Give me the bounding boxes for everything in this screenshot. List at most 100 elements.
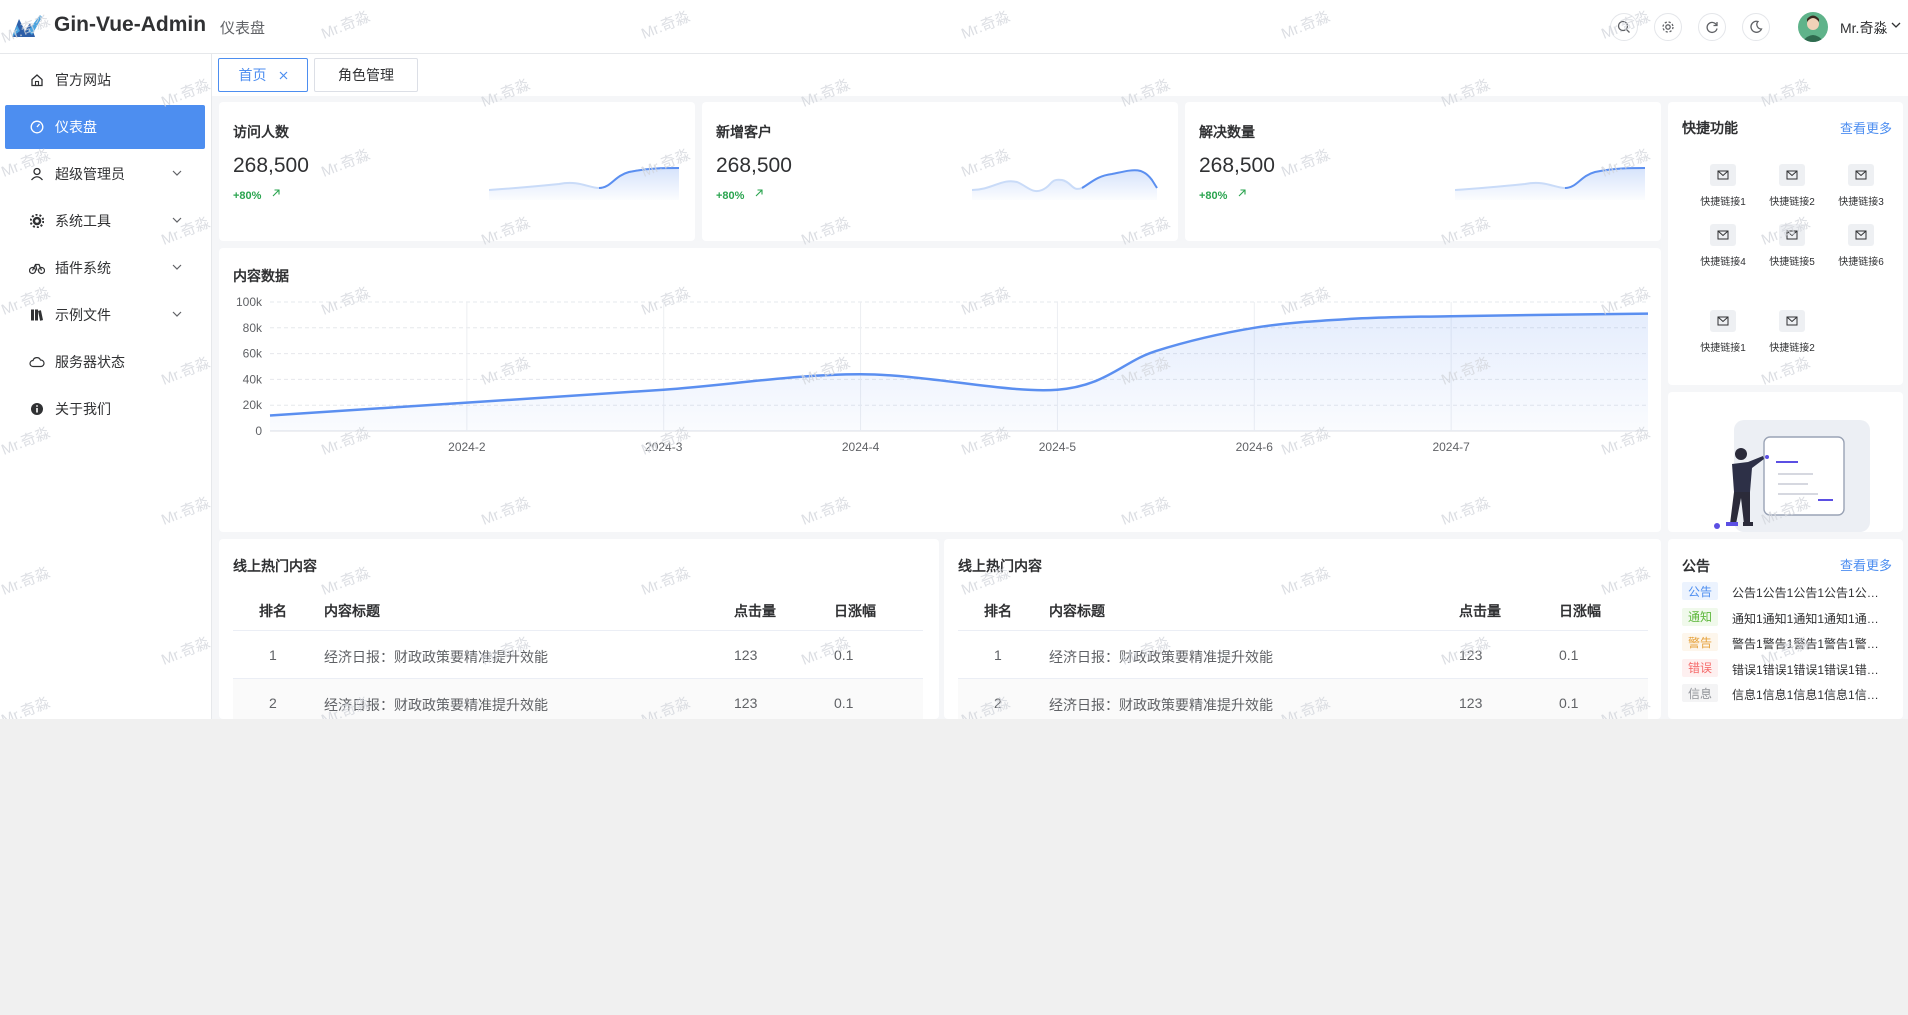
x-tick-label: 2024-5 <box>1039 440 1077 454</box>
cell-growth: 0.1 <box>834 695 854 711</box>
arrow-up-right-icon <box>755 189 763 197</box>
quick-link-item[interactable]: 快捷链接3 <box>1826 164 1896 208</box>
announcement-item[interactable]: 警告警告1警告1警告1警告1警告1警告1 <box>1682 633 1890 653</box>
user-icon <box>29 166 45 182</box>
x-tick-label: 2024-3 <box>645 440 683 454</box>
cell-rank: 2 <box>269 695 277 711</box>
sidebar-item-label: 插件系统 <box>55 260 111 276</box>
announcement-item[interactable]: 公告公告1公告1公告1公告1公告1公告1 <box>1682 582 1890 602</box>
content-line-chart: 100k 80k 60k 40k 20k 0 2024-2 2024-3 2024-4 2024-… <box>236 295 1649 454</box>
chevron-down-icon <box>172 311 182 317</box>
dashboard-icon <box>29 119 45 135</box>
sidebar-item-examples[interactable]: 示例文件 <box>5 293 205 337</box>
cell-clicks: 123 <box>1459 647 1483 663</box>
announcement-item[interactable]: 通知通知1通知1通知1通知1通知1通知1 <box>1682 607 1890 628</box>
col-header-rank: 排名 <box>984 603 1012 619</box>
settings-button[interactable] <box>1654 13 1682 41</box>
col-header-clicks: 点击量 <box>734 603 776 619</box>
view-more-link[interactable]: 查看更多 <box>1840 555 1892 574</box>
stat-title: 新增客户 <box>716 124 772 140</box>
sidebar-item-plugins[interactable]: 插件系统 <box>5 246 205 290</box>
announcement-text: 警告1警告1警告1警告1警告1警告1 <box>1732 637 1890 651</box>
user-name[interactable]: Mr.奇淼 <box>1840 18 1887 38</box>
chevron-down-icon <box>172 217 182 223</box>
hot-content-table-card: 线上热门内容 排名 内容标题 点击量 日涨幅 1 经济日报：财政政策要精准提升效… <box>944 539 1661 719</box>
chevron-down-icon[interactable] <box>1890 20 1902 30</box>
table-row[interactable]: 1 经济日报：财政政策要精准提升效能 123 0.1 <box>233 631 923 679</box>
y-tick-label: 100k <box>236 295 263 309</box>
announcement-tag: 通知 <box>1682 607 1718 626</box>
sidebar: 官方网站 仪表盘 超级管理员 系统工具 插件系统 示例文件 服务器状态 关于我们 <box>0 54 212 719</box>
y-tick-label: 40k <box>243 372 263 386</box>
table-row[interactable]: 1 经济日报：财政政策要精准提升效能 123 0.1 <box>958 631 1648 679</box>
quick-link-item[interactable]: 快捷链接1 <box>1688 310 1758 354</box>
announcement-item[interactable]: 错误错误1错误1错误1错误1错误1错误1 <box>1682 658 1890 679</box>
sidebar-item-label: 关于我们 <box>55 401 111 417</box>
quick-link-item[interactable]: 快捷链接5 <box>1757 224 1827 268</box>
sparkline-chart <box>972 169 1158 200</box>
table-row[interactable]: 2 经济日报：财政政策要精准提升效能 123 0.1 <box>233 679 923 719</box>
quick-links-card: 快捷功能 查看更多 快捷链接1 快捷链接2 快捷链接3 快捷链接4 快捷链接5 快捷链接6… <box>1668 102 1903 385</box>
quick-link-item[interactable]: 快捷链接2 <box>1757 164 1827 208</box>
sidebar-item-about[interactable]: 关于我们 <box>5 387 205 431</box>
hot-content-table: 排名 内容标题 点击量 日涨幅 1 经济日报：财政政策要精准提升效能 123 0… <box>958 581 1648 719</box>
cell-rank: 2 <box>994 695 1002 711</box>
gear-icon <box>29 213 45 229</box>
app-title[interactable]: Gin-Vue-Admin <box>54 13 206 37</box>
sidebar-item-super-admin[interactable]: 超级管理员 <box>5 152 205 196</box>
stat-card-new-customers: 新增客户 268,500 +80% <box>702 102 1178 241</box>
mail-icon <box>1710 164 1736 186</box>
quick-link-item[interactable]: 快捷链接4 <box>1688 224 1758 268</box>
cell-title: 经济日报：财政政策要精准提升效能 <box>1049 697 1273 713</box>
quick-link-item[interactable]: 快捷链接6 <box>1826 224 1896 268</box>
sidebar-item-label: 系统工具 <box>55 213 111 229</box>
moon-icon <box>1750 20 1763 33</box>
tab-label: 首页 <box>238 67 267 83</box>
arrow-up-right-icon <box>1238 189 1246 197</box>
quick-link-label: 快捷链接3 <box>1838 197 1884 208</box>
gear-icon <box>1662 21 1674 33</box>
stat-card-resolved: 解决数量 268,500 +80% <box>1185 102 1661 241</box>
sidebar-item-label: 仪表盘 <box>55 119 97 135</box>
cell-clicks: 123 <box>734 695 758 711</box>
tab-role-management[interactable]: 角色管理 <box>314 58 418 92</box>
search-button[interactable] <box>1610 13 1638 41</box>
x-tick-label: 2024-7 <box>1432 440 1470 454</box>
sidebar-item-dashboard[interactable]: 仪表盘 <box>5 105 205 149</box>
stat-trend: +80% <box>233 190 262 202</box>
x-tick-label: 2024-2 <box>448 440 486 454</box>
cell-rank: 1 <box>269 647 277 663</box>
refresh-button[interactable] <box>1698 13 1726 41</box>
illustration-card <box>1668 392 1903 532</box>
sidebar-item-label: 示例文件 <box>55 307 111 323</box>
bicycle-icon <box>29 260 45 276</box>
stat-card-visitors: 访问人数 268,500 +80% <box>219 102 695 241</box>
info-icon <box>29 401 45 417</box>
announcement-tag: 公告 <box>1682 582 1718 600</box>
cell-title: 经济日报：财政政策要精准提升效能 <box>1049 649 1273 665</box>
avatar[interactable] <box>1798 12 1828 42</box>
table-header-row: 排名 内容标题 点击量 日涨幅 <box>233 581 923 631</box>
close-icon[interactable] <box>279 71 288 80</box>
dark-mode-button[interactable] <box>1742 13 1770 41</box>
quick-link-label: 快捷链接6 <box>1838 257 1884 268</box>
sparkline-chart <box>1455 167 1645 200</box>
table-title: 线上热门内容 <box>958 558 1042 574</box>
table-row[interactable]: 2 经济日报：财政政策要精准提升效能 123 0.1 <box>958 679 1648 719</box>
sidebar-item-official-site[interactable]: 官方网站 <box>5 58 205 102</box>
view-more-link[interactable]: 查看更多 <box>1840 118 1892 137</box>
cell-title: 经济日报：财政政策要精准提升效能 <box>324 697 548 713</box>
card-title: 快捷功能 <box>1682 120 1738 136</box>
announcement-item[interactable]: 信息信息1信息1信息1信息1信息1信息1 <box>1682 684 1890 704</box>
sidebar-item-system-tools[interactable]: 系统工具 <box>5 199 205 243</box>
announcement-text: 公告1公告1公告1公告1公告1公告1 <box>1732 586 1890 600</box>
quick-link-item[interactable]: 快捷链接1 <box>1688 164 1758 208</box>
y-tick-label: 80k <box>243 321 263 335</box>
sidebar-item-label: 官方网站 <box>55 72 111 88</box>
stat-value: 268,500 <box>716 154 792 177</box>
mail-icon <box>1848 224 1874 246</box>
cell-rank: 1 <box>994 647 1002 663</box>
tab-home[interactable]: 首页 <box>218 58 308 92</box>
sidebar-item-server-status[interactable]: 服务器状态 <box>5 340 205 384</box>
quick-link-item[interactable]: 快捷链接2 <box>1757 310 1827 354</box>
